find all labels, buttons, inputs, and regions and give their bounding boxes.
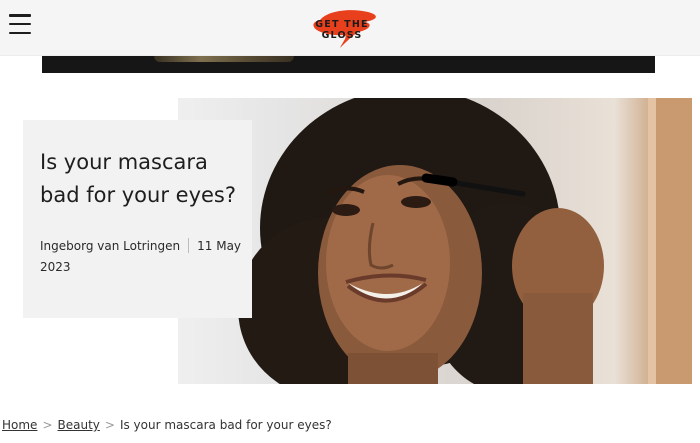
logo-text: GET THE GLOSS <box>315 19 369 41</box>
hero-photo-woman-applying-mascara <box>238 98 692 384</box>
hero-image <box>178 98 692 384</box>
article-author[interactable]: Ingeborg van Lotringen <box>40 239 180 253</box>
menu-bar <box>9 22 31 26</box>
article-title-card: Is your mascara bad for your eyes? Ingeb… <box>23 120 252 318</box>
breadcrumb-current: Is your mascara bad for your eyes? <box>119 418 332 432</box>
hamburger-menu-icon[interactable] <box>9 14 31 34</box>
menu-bar <box>9 14 31 17</box>
ad-image-detail <box>154 56 294 62</box>
chevron-right-icon: > <box>42 418 53 432</box>
breadcrumb-home-link[interactable]: Home <box>2 418 37 432</box>
advertisement-banner[interactable] <box>42 56 655 73</box>
site-header: GET THE GLOSS <box>0 0 700 56</box>
meta-divider <box>188 238 190 253</box>
article-title: Is your mascara bad for your eyes? <box>40 150 237 207</box>
chevron-right-icon: > <box>104 418 115 432</box>
article-meta: Ingeborg van Lotringen 11 May 2023 <box>40 236 245 278</box>
menu-bar <box>9 31 31 34</box>
site-logo[interactable]: GET THE GLOSS <box>294 6 390 50</box>
breadcrumb-beauty-link[interactable]: Beauty <box>58 418 100 432</box>
breadcrumb: Home > Beauty > Is your mascara bad for your… <box>2 418 332 436</box>
